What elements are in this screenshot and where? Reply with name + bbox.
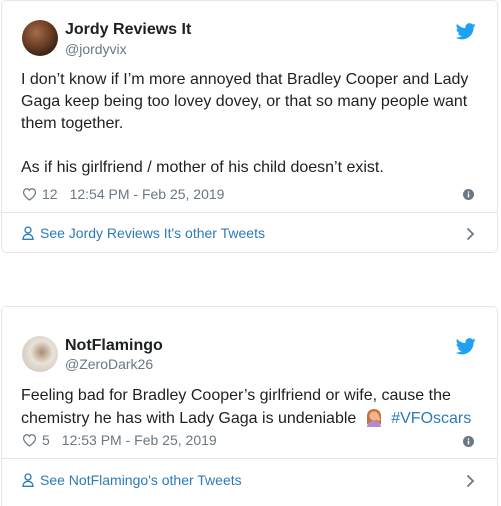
person-icon: [22, 226, 34, 240]
woman-facepalming-emoji: [366, 409, 381, 427]
tweet-text: I don’t know if I’m more annoyed that Br…: [21, 69, 481, 179]
tweet-meta: 12 12:54 PM - Feb 25, 2019: [22, 186, 224, 202]
heart-icon[interactable]: [22, 187, 37, 201]
heart-icon[interactable]: [22, 433, 37, 447]
twitter-bird-icon[interactable]: [456, 23, 476, 40]
tweet-text: Feeling bad for Bradley Cooper’s girlfri…: [21, 385, 481, 430]
display-name[interactable]: NotFlamingo: [65, 337, 163, 355]
timestamp[interactable]: 12:53 PM - Feb 25, 2019: [62, 432, 217, 448]
avatar[interactable]: [22, 20, 58, 56]
info-icon[interactable]: [463, 436, 474, 447]
like-count[interactable]: 12: [42, 186, 58, 202]
see-other-tweets-link[interactable]: See Jordy Reviews It's other Tweets: [22, 225, 265, 241]
avatar[interactable]: [22, 336, 58, 372]
tweet-card: NotFlamingo @ZeroDark26 Feeling bad for …: [1, 306, 498, 506]
divider: [2, 458, 497, 459]
info-icon[interactable]: [463, 189, 474, 200]
twitter-bird-icon[interactable]: [456, 338, 476, 355]
chevron-right-icon[interactable]: [466, 227, 475, 241]
tweet-paragraph: As if his girlfriend / mother of his chi…: [21, 159, 384, 176]
like-count[interactable]: 5: [42, 432, 50, 448]
user-handle[interactable]: @ZeroDark26: [65, 356, 153, 372]
display-name[interactable]: Jordy Reviews It: [65, 21, 191, 39]
see-other-tweets-label[interactable]: See NotFlamingo's other Tweets: [40, 472, 242, 488]
tweet-paragraph: Feeling bad for Bradley Cooper’s girlfri…: [21, 387, 451, 427]
user-handle[interactable]: @jordyvix: [65, 41, 127, 57]
timestamp[interactable]: 12:54 PM - Feb 25, 2019: [70, 186, 225, 202]
hashtag-link[interactable]: #VFOscars: [391, 410, 471, 427]
see-other-tweets-label[interactable]: See Jordy Reviews It's other Tweets: [40, 225, 265, 241]
person-icon: [22, 473, 34, 487]
tweet-meta: 5 12:53 PM - Feb 25, 2019: [22, 432, 217, 448]
tweet-card: Jordy Reviews It @jordyvix I don’t know …: [1, 0, 498, 253]
chevron-right-icon[interactable]: [466, 474, 475, 488]
see-other-tweets-link[interactable]: See NotFlamingo's other Tweets: [22, 472, 242, 488]
tweet-paragraph: I don’t know if I’m more annoyed that Br…: [21, 71, 469, 132]
divider: [2, 212, 497, 213]
